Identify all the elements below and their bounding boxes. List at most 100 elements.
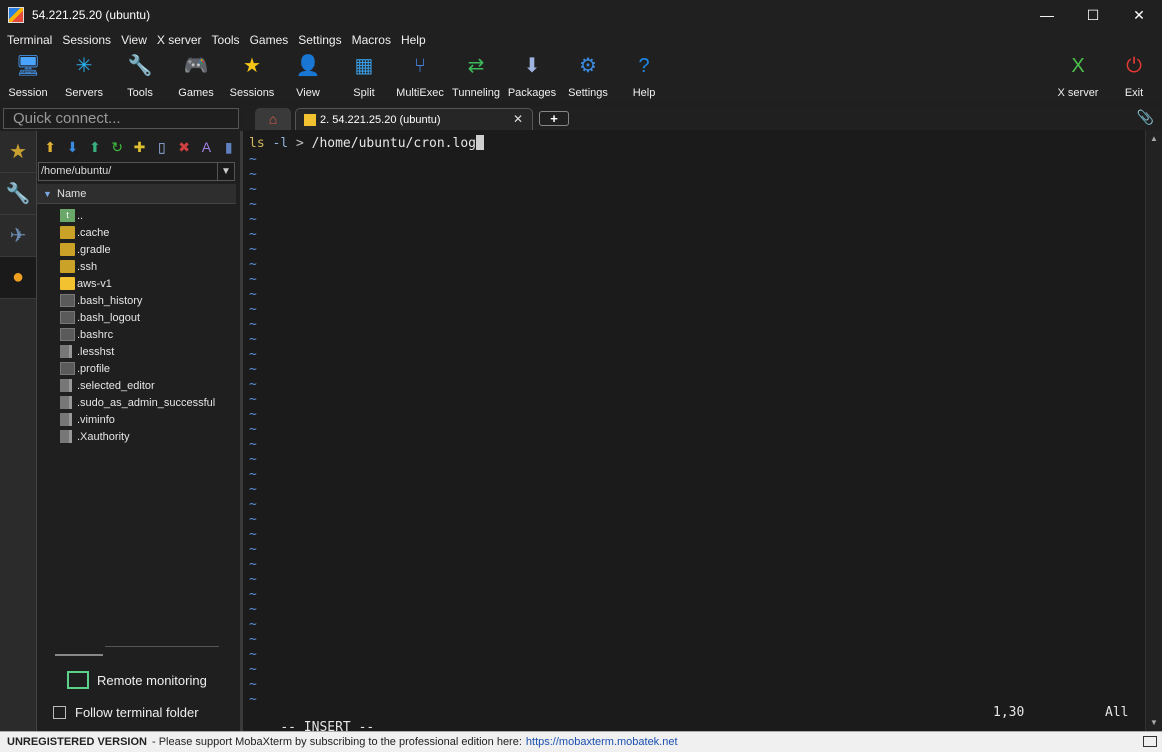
rename-icon[interactable]: A xyxy=(195,137,217,157)
empty-line-tilde: ~ xyxy=(249,242,257,257)
games-button[interactable]: 🎮 Games xyxy=(168,50,224,102)
menu-help[interactable]: Help xyxy=(396,33,431,47)
argument-text: /home/ubuntu/cron.log xyxy=(303,136,476,151)
window-icon[interactable] xyxy=(1143,736,1157,747)
monitor-icon xyxy=(67,671,89,689)
window-title: 54.221.25.20 (ubuntu) xyxy=(32,8,151,22)
file-list-item[interactable]: .bashrc xyxy=(37,326,240,343)
more-icon[interactable]: ▮ xyxy=(218,137,240,157)
file-list-item[interactable]: .lesshst xyxy=(37,343,240,360)
close-button[interactable]: ✕ xyxy=(1116,0,1162,30)
terminal-area[interactable]: ls -l > /home/ubuntu/cron.log ~ ~ ~ ~ ~ ~ ~ ~ ~ ~… xyxy=(243,130,1145,735)
tunneling-label: Tunneling xyxy=(452,87,500,99)
empty-line-tilde: ~ xyxy=(249,392,257,407)
sidebar-tab-3[interactable]: ✈ xyxy=(0,215,36,257)
menu-macros[interactable]: Macros xyxy=(347,33,396,47)
sessions-button[interactable]: ★ Sessions xyxy=(224,50,280,102)
exit-icon: ⏻ xyxy=(1126,55,1142,77)
tools-label: Tools xyxy=(127,87,153,99)
file-list-item[interactable]: .profile xyxy=(37,360,240,377)
sidebar-tab-1[interactable]: ★ xyxy=(0,131,36,173)
empty-line-tilde: ~ xyxy=(249,227,257,242)
file-list-item[interactable]: t.. xyxy=(37,207,240,224)
menu-terminal[interactable]: Terminal xyxy=(2,33,57,47)
menu-games[interactable]: Games xyxy=(245,33,294,47)
file-icon xyxy=(60,362,75,375)
file-list-item[interactable]: .sudo_as_admin_successful xyxy=(37,394,240,411)
file-name: .bashrc xyxy=(77,328,114,341)
empty-line-tilde: ~ xyxy=(249,407,257,422)
empty-line-tilde: ~ xyxy=(249,347,257,362)
text-cursor xyxy=(475,135,484,150)
terminal-scrollbar[interactable]: ▲ ▼ xyxy=(1145,130,1162,731)
exit-button[interactable]: ⏻ Exit xyxy=(1106,50,1162,102)
tunneling-button[interactable]: ⇄ Tunneling xyxy=(448,50,504,102)
home-tab[interactable]: ⌂ xyxy=(255,108,291,130)
multiexec-button[interactable]: ⑂ MultiExec xyxy=(392,50,448,102)
empty-line-tilde: ~ xyxy=(249,182,257,197)
chevron-down-icon[interactable]: ▼ xyxy=(217,163,234,180)
upload-parent-icon[interactable]: ⬆ xyxy=(39,137,61,157)
x-server-button[interactable]: X X server xyxy=(1050,50,1106,102)
menu-x-server[interactable]: X server xyxy=(152,33,207,47)
new-tab-button[interactable]: + xyxy=(539,111,569,126)
split-button[interactable]: ▦ Split xyxy=(336,50,392,102)
sidebar-tab-2[interactable]: 🔧 xyxy=(0,173,36,215)
file-list-item[interactable]: aws-v1 xyxy=(37,275,240,292)
file-name: .bash_logout xyxy=(77,311,140,324)
session-tab[interactable]: 2. 54.221.25.20 (ubuntu) ✕ xyxy=(295,108,533,130)
file-list-item[interactable]: .bash_history xyxy=(37,292,240,309)
sort-arrow-icon: ▼ xyxy=(43,189,52,199)
packages-button[interactable]: ⬇ Packages xyxy=(504,50,560,102)
menu-view[interactable]: View xyxy=(116,33,152,47)
tools-button[interactable]: 🔧 Tools xyxy=(112,50,168,102)
close-tab-icon[interactable]: ✕ xyxy=(513,112,523,126)
column-header-name[interactable]: ▼ Name xyxy=(37,184,236,204)
file-list-item[interactable]: .bash_logout xyxy=(37,309,240,326)
quick-connect-input[interactable]: Quick connect... xyxy=(3,108,239,129)
title-bar: 54.221.25.20 (ubuntu) — ☐ ✕ xyxy=(0,0,1162,30)
new-file-icon[interactable]: ▯ xyxy=(151,137,173,157)
maximize-button[interactable]: ☐ xyxy=(1070,0,1116,30)
new-folder-icon[interactable]: ✚ xyxy=(128,137,150,157)
refresh-icon[interactable]: ↻ xyxy=(106,137,128,157)
session-button[interactable]: 🖥 Session xyxy=(0,50,56,102)
file-name: .bash_history xyxy=(77,294,143,307)
delete-icon[interactable]: ✖ xyxy=(173,137,195,157)
empty-line-tilde: ~ xyxy=(249,467,257,482)
servers-button[interactable]: ✳ Servers xyxy=(56,50,112,102)
file-list-item[interactable]: .Xauthority xyxy=(37,428,240,445)
empty-line-tilde: ~ xyxy=(249,677,257,692)
games-label: Games xyxy=(178,87,214,99)
path-selector[interactable]: /home/ubuntu/ ▼ xyxy=(38,162,235,181)
empty-line-tilde: ~ xyxy=(249,542,257,557)
menu-sessions[interactable]: Sessions xyxy=(57,33,116,47)
menu-tools[interactable]: Tools xyxy=(207,33,245,47)
menu-settings[interactable]: Settings xyxy=(293,33,346,47)
empty-line-tilde: ~ xyxy=(249,437,257,452)
file-list-item[interactable]: .cache xyxy=(37,224,240,241)
upload-icon[interactable]: ⬆ xyxy=(84,137,106,157)
file-list-item[interactable]: .selected_editor xyxy=(37,377,240,394)
file-list-item[interactable]: .ssh xyxy=(37,258,240,275)
empty-line-tilde: ~ xyxy=(249,332,257,347)
scroll-up-icon[interactable]: ▲ xyxy=(1150,134,1158,143)
download-icon[interactable]: ⬇ xyxy=(61,137,83,157)
servers-label: Servers xyxy=(65,87,103,99)
settings-button[interactable]: ⚙ Settings xyxy=(560,50,616,102)
view-button[interactable]: 👤 View xyxy=(280,50,336,102)
file-list-item[interactable]: .viminfo xyxy=(37,411,240,428)
mobaxterm-link[interactable]: https://mobaxterm.mobatek.net xyxy=(526,736,678,748)
help-button[interactable]: ? Help xyxy=(616,50,672,102)
empty-line-tilde: ~ xyxy=(249,482,257,497)
minimize-button[interactable]: — xyxy=(1024,0,1070,30)
file-name: .ssh xyxy=(77,260,98,273)
file-name: .profile xyxy=(77,362,111,375)
attach-icon[interactable]: 📎 xyxy=(1137,109,1154,126)
sidebar-tab-4[interactable]: ● xyxy=(0,257,36,299)
file-list-item[interactable]: .gradle xyxy=(37,241,240,258)
scroll-down-icon[interactable]: ▼ xyxy=(1150,718,1158,727)
remote-monitoring-button[interactable]: Remote monitoring xyxy=(67,669,207,691)
checkbox-icon[interactable] xyxy=(53,705,66,719)
follow-terminal-folder-checkbox[interactable]: Follow terminal folder xyxy=(53,701,199,723)
